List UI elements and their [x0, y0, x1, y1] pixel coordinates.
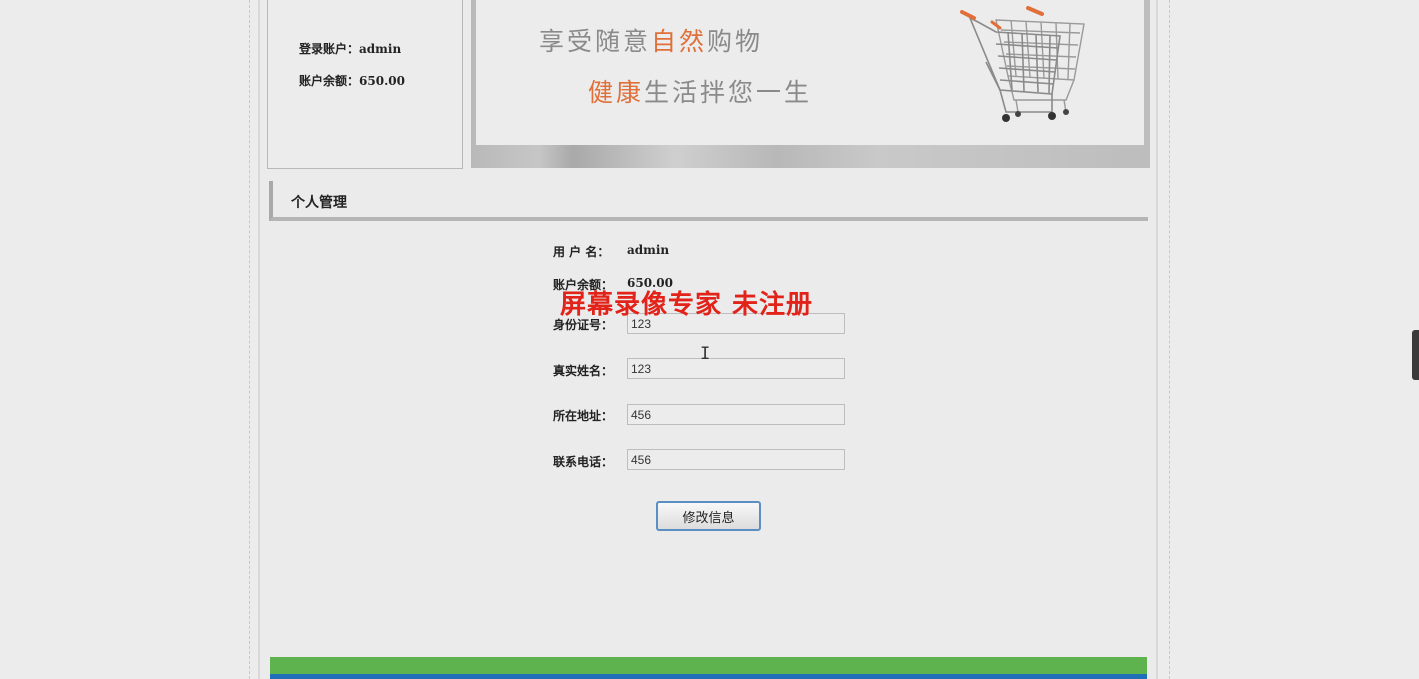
- login-account-label: 登录账户：: [299, 42, 360, 56]
- username-value: admin: [627, 243, 670, 257]
- guide-line-left: [249, 0, 250, 679]
- shopping-cart-icon: [960, 6, 1085, 122]
- slogan2-part1: 生活拌您一生: [644, 78, 813, 107]
- realname-input[interactable]: [627, 358, 845, 379]
- modify-info-button[interactable]: 修改信息: [656, 501, 761, 531]
- page: 登录账户：admin 账户余额：650.00 享受随意自然购物 健康生活拌您一生: [0, 0, 1419, 679]
- user-info-box: 登录账户：admin 账户余额：650.00: [267, 0, 463, 169]
- text-cursor-icon: I: [700, 344, 711, 364]
- phone-input[interactable]: [627, 449, 845, 470]
- side-scroll-tab[interactable]: [1412, 330, 1419, 380]
- slogan1-part1: 享受随意: [539, 27, 652, 56]
- account-balance-row: 账户余额：650.00: [299, 72, 405, 89]
- login-account-row: 登录账户：admin: [299, 40, 401, 57]
- address-input[interactable]: [627, 404, 845, 425]
- footer-green-bar: [270, 657, 1147, 674]
- guide-line-right: [1169, 0, 1170, 679]
- address-label: 所在地址：: [553, 409, 614, 423]
- login-account-value: admin: [359, 42, 402, 56]
- phone-label: 联系电话：: [553, 455, 614, 469]
- username-label: 用 户 名：: [553, 245, 610, 259]
- recorder-watermark: 屏幕录像专家 未注册: [560, 290, 814, 320]
- slogan2-accent: 健康: [588, 78, 645, 107]
- banner: 享受随意自然购物 健康生活拌您一生: [476, 0, 1144, 145]
- realname-label: 真实姓名：: [553, 364, 614, 378]
- section-title: 个人管理: [291, 195, 347, 211]
- banner-slogan-line1: 享受随意自然购物: [539, 22, 763, 58]
- section-header: 个人管理: [269, 181, 1148, 221]
- banner-slogan-line2: 健康生活拌您一生: [588, 73, 812, 109]
- footer-blue-bar: [270, 674, 1147, 679]
- slogan1-accent: 自然: [651, 27, 708, 56]
- slogan1-part2: 购物: [707, 27, 764, 56]
- account-balance-value: 650.00: [359, 74, 405, 88]
- account-balance-label: 账户余额：: [299, 74, 360, 88]
